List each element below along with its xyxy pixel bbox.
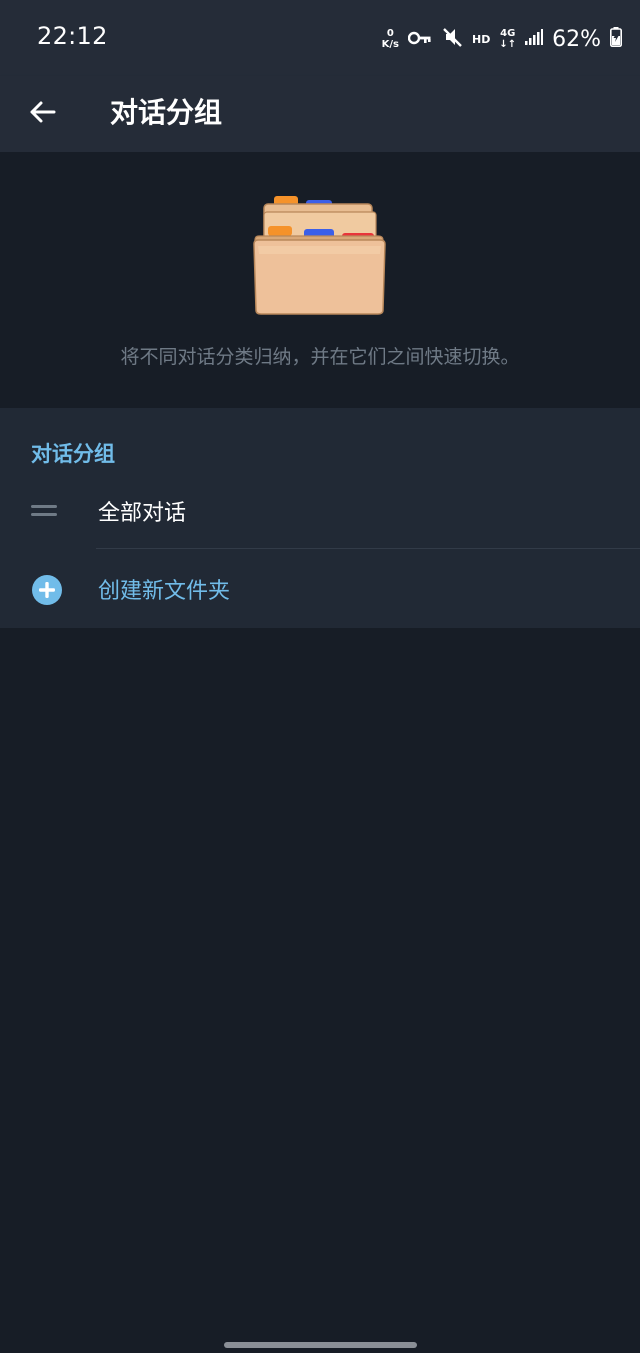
folder-item-label: 全部对话 bbox=[98, 501, 187, 526]
home-indicator[interactable] bbox=[224, 1342, 417, 1348]
back-button[interactable] bbox=[20, 90, 64, 134]
plus-circle-icon bbox=[32, 575, 62, 605]
folders-illustration-icon bbox=[253, 196, 386, 315]
status-bar: 22:12 0 K/s HD 4G ↓↑ 62% bbox=[0, 0, 640, 76]
key-icon bbox=[407, 30, 432, 49]
net-speed-unit: K/s bbox=[381, 39, 399, 50]
network-type-label: 4G bbox=[500, 28, 516, 39]
status-time: 22:12 bbox=[37, 22, 108, 50]
data-arrows-icon: ↓↑ bbox=[499, 39, 517, 50]
folder-item-all-chats[interactable]: 全部对话 bbox=[0, 478, 640, 548]
drag-handle-icon[interactable] bbox=[31, 502, 57, 518]
network-type: 4G ↓↑ bbox=[499, 28, 516, 50]
status-icons: 0 K/s HD 4G ↓↑ 62% bbox=[382, 24, 622, 54]
create-folder-button[interactable]: 创建新文件夹 bbox=[0, 549, 640, 628]
app-bar: 对话分组 bbox=[0, 76, 640, 152]
net-speed-value: 0 bbox=[386, 28, 394, 39]
hero-description: 将不同对话分类归纳，并在它们之间快速切换。 bbox=[120, 346, 520, 368]
mute-icon bbox=[441, 26, 463, 52]
folders-section: 对话分组 全部对话 创建新文件夹 bbox=[0, 408, 640, 628]
battery-icon bbox=[610, 27, 622, 51]
signal-icon bbox=[525, 29, 544, 49]
back-arrow-icon bbox=[30, 101, 56, 123]
section-header: 对话分组 bbox=[31, 442, 115, 466]
hd-label: HD bbox=[471, 32, 491, 46]
page-title: 对话分组 bbox=[110, 96, 223, 129]
net-speed: 0 K/s bbox=[382, 28, 399, 50]
create-folder-label: 创建新文件夹 bbox=[98, 579, 231, 604]
hero-section: 将不同对话分类归纳，并在它们之间快速切换。 bbox=[0, 152, 640, 408]
battery-percent: 62% bbox=[552, 26, 601, 52]
